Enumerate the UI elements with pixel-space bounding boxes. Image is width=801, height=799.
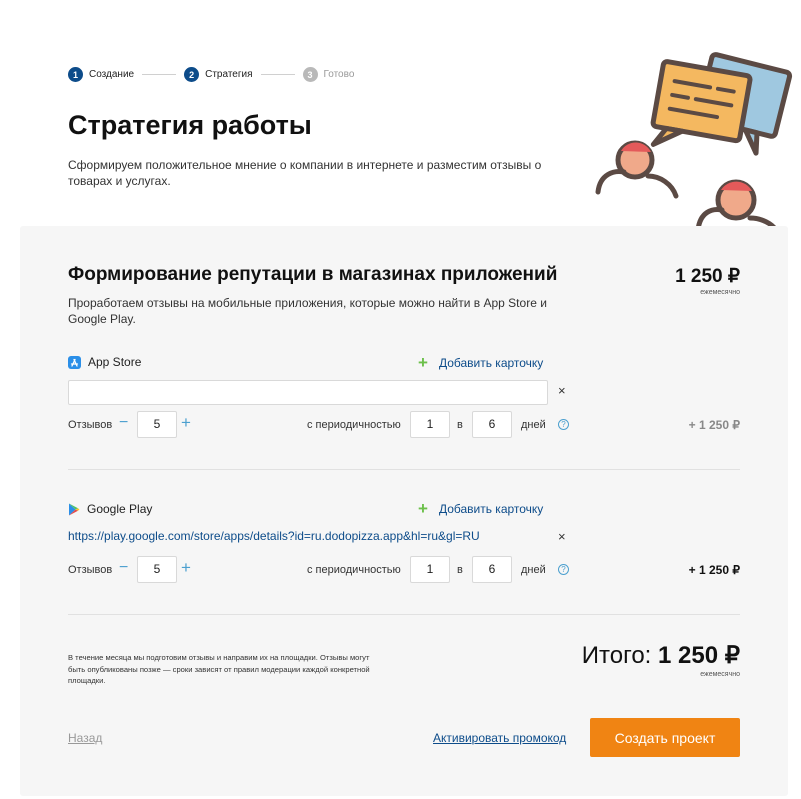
appstore-add-card-link[interactable]: + Добавить карточку (418, 354, 543, 371)
appstore-icon (68, 355, 81, 369)
period-count-field[interactable]: 1 (410, 411, 450, 438)
period-label: с периодичностью (307, 564, 401, 576)
step-number: 2 (184, 67, 200, 82)
appstore-name: App Store (88, 355, 142, 369)
help-icon[interactable]: ? (558, 419, 569, 430)
googleplay-icon (68, 503, 80, 516)
in-label: в (457, 419, 463, 431)
reviews-label: Отзывов (68, 564, 113, 576)
reviews-illustration (595, 52, 793, 230)
period-days-field[interactable]: 6 (472, 411, 512, 438)
add-card-label: Добавить карточку (438, 501, 544, 516)
days-label: дней (521, 564, 546, 576)
period-count-field[interactable]: 1 (410, 556, 450, 583)
service-card: Формирование репутации в магазинах прило… (20, 226, 788, 796)
period-label: с периодичностью (307, 419, 401, 431)
minus-icon[interactable]: − (119, 559, 128, 577)
divider (68, 469, 740, 470)
total-value: 1 250 ₽ (658, 642, 740, 669)
activate-promo-link[interactable]: Активировать промокод (433, 731, 566, 745)
price-period: ежемесячно (700, 289, 740, 296)
in-label: в (457, 564, 463, 576)
card-title: Формирование репутации в магазинах прило… (68, 264, 558, 285)
step-done: 3 Готово (302, 67, 355, 82)
stepper: 1 Создание 2 Стратегия 3 Готово (68, 67, 354, 82)
add-card-label: Добавить карточку (438, 355, 544, 370)
step-create: 1 Создание (68, 67, 134, 82)
period-days-field[interactable]: 6 (472, 556, 512, 583)
googleplay-remove-icon[interactable]: × (558, 529, 566, 544)
price-value: 1 250 ₽ (675, 266, 740, 287)
plus-icon: + (418, 499, 428, 518)
step-strategy: 2 Стратегия (184, 67, 253, 82)
reviews-label: Отзывов (68, 419, 113, 431)
create-project-button[interactable]: Создать проект (590, 718, 740, 757)
total-period: ежемесячно (700, 671, 740, 678)
appstore-reviews-row: Отзывов − 5 + с периодичностью 1 в 6 дне… (68, 411, 740, 439)
help-icon[interactable]: ? (558, 564, 569, 575)
appstore-remove-icon[interactable]: × (558, 383, 566, 398)
plus-icon[interactable]: + (181, 413, 191, 433)
total-line: Итого: 1 250 ₽ (582, 641, 740, 670)
googleplay-add-card-link[interactable]: + Добавить карточку (418, 500, 543, 517)
appstore-row-price: + 1 250 ₽ (688, 418, 740, 432)
divider (68, 614, 740, 615)
googleplay-url[interactable]: https://play.google.com/store/apps/detai… (68, 529, 480, 543)
step-connector (142, 74, 177, 75)
page-title: Стратегия работы (68, 110, 312, 140)
appstore-url-input[interactable] (68, 380, 548, 405)
appstore-header: App Store (68, 355, 141, 369)
googleplay-row-price: + 1 250 ₽ (688, 563, 740, 577)
card-price: 1 250 ₽ ежемесячно (675, 265, 740, 296)
plus-icon[interactable]: + (181, 558, 191, 578)
step-label: Готово (323, 69, 355, 80)
step-label: Создание (89, 69, 135, 80)
page-description: Сформируем положительное мнение о компан… (68, 158, 542, 188)
reviews-count-field[interactable]: 5 (137, 556, 177, 583)
total-block: Итого: 1 250 ₽ ежемесячно (582, 641, 740, 678)
step-label: Стратегия (205, 69, 253, 80)
minus-icon[interactable]: − (119, 414, 128, 432)
googleplay-header: Google Play (68, 502, 152, 516)
plus-icon: + (418, 353, 428, 372)
days-label: дней (521, 419, 546, 431)
reviews-count-field[interactable]: 5 (137, 411, 177, 438)
step-connector (260, 74, 295, 75)
googleplay-name: Google Play (87, 502, 153, 516)
step-number: 3 (302, 67, 318, 82)
step-number: 1 (68, 67, 83, 82)
back-link[interactable]: Назад (68, 731, 102, 745)
publication-note: В течение месяца мы подготовим отзывы и … (68, 653, 370, 685)
total-label: Итого: (581, 642, 652, 669)
googleplay-reviews-row: Отзывов − 5 + с периодичностью 1 в 6 дне… (68, 556, 740, 584)
card-description: Проработаем отзывы на мобильные приложен… (68, 296, 547, 326)
